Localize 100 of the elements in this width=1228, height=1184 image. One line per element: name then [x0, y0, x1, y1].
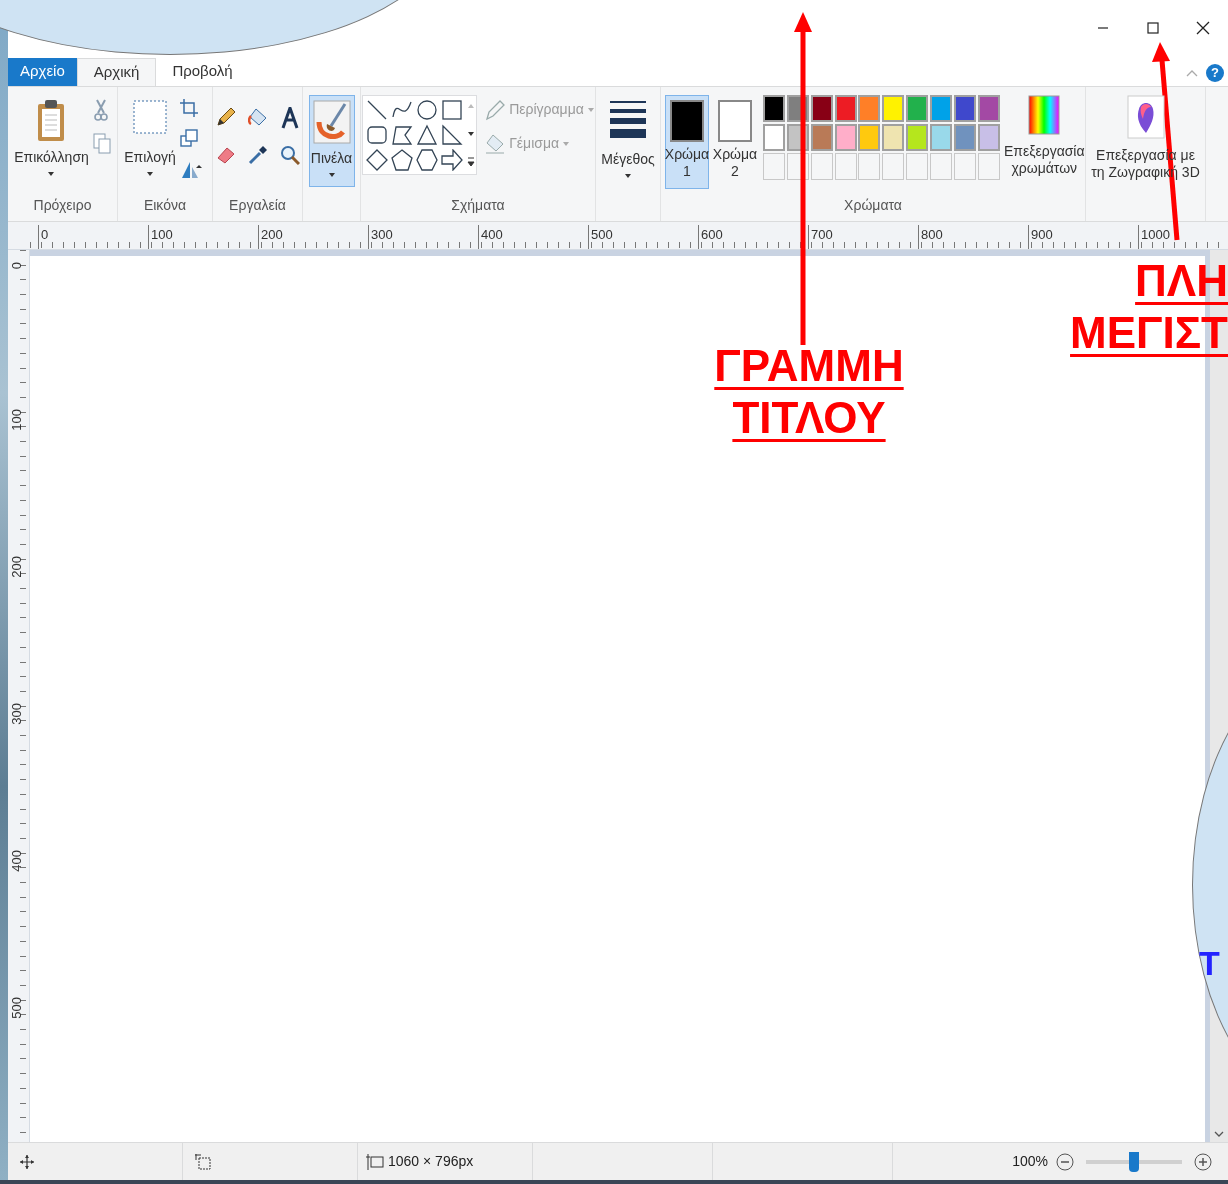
ruler-label: 0	[10, 262, 23, 270]
palette-color[interactable]	[977, 123, 1000, 151]
file-menu-tab[interactable]: Αρχείο	[8, 57, 77, 86]
palette-color[interactable]	[763, 123, 785, 151]
palette-color[interactable]	[858, 94, 881, 122]
palette-color[interactable]	[882, 94, 905, 122]
ribbon-tab[interactable]: Αρχική	[76, 57, 157, 86]
palette-color[interactable]	[977, 94, 1000, 122]
ruler-label: 800	[918, 224, 943, 249]
canvas-size-text: 1060 × 796px	[388, 1152, 474, 1171]
scroll-down-icon[interactable]	[1214, 1130, 1224, 1138]
ruler-label: 500	[10, 997, 23, 1019]
collapse-caret-icon[interactable]	[1186, 68, 1198, 77]
pen-icon	[485, 98, 506, 121]
caret-icon	[147, 171, 153, 176]
resize-icon[interactable]	[179, 128, 198, 147]
ruler-label: 200	[10, 556, 23, 578]
palette-color[interactable]	[929, 123, 952, 151]
ruler-label: 500	[588, 224, 613, 249]
palette-color[interactable]	[858, 123, 881, 151]
rectangle-icon[interactable]	[441, 98, 464, 121]
zoom-out-icon[interactable]	[1056, 1152, 1074, 1171]
brushes-button[interactable]: Πινέλα	[308, 94, 355, 187]
ribbon-tab[interactable]: Προβολή	[156, 57, 249, 86]
group-label: Πρόχειρο	[33, 195, 92, 215]
palette-color[interactable]	[882, 123, 905, 151]
clipboard-icon	[36, 98, 67, 143]
scissors-icon[interactable]	[92, 98, 109, 121]
palette-color[interactable]	[763, 94, 785, 122]
custom-color-slot[interactable]	[882, 152, 905, 180]
crop-icon[interactable]	[179, 98, 198, 117]
size-button[interactable]: Μέγεθος	[601, 94, 655, 178]
copy-icon[interactable]	[92, 132, 111, 155]
annotation-label: ΠΛΗ	[1135, 255, 1228, 307]
palette-color[interactable]	[906, 123, 929, 151]
pencil-icon[interactable]	[215, 106, 236, 127]
ruler-label: 200	[258, 224, 283, 249]
color-one-button[interactable]: Χρώμα 1	[665, 94, 709, 189]
slider-thumb[interactable]	[1129, 1151, 1139, 1172]
ruler-label: 100	[10, 409, 23, 431]
ruler-label: 900	[1028, 224, 1053, 249]
text-icon[interactable]	[279, 106, 300, 129]
custom-color-slot[interactable]	[977, 152, 1000, 180]
selection-rectangle-icon	[132, 98, 168, 135]
ruler-label: 400	[478, 224, 503, 249]
paste-button[interactable]: Επικόλληση	[14, 94, 89, 176]
select-button[interactable]: Επιλογή	[124, 94, 176, 176]
color-spectrum-icon	[1028, 94, 1061, 135]
shapes-gallery[interactable]	[362, 94, 478, 175]
zoom-in-icon[interactable]	[1194, 1152, 1212, 1171]
help-button[interactable]: ?	[1206, 63, 1224, 82]
ruler-label: 100	[148, 224, 173, 249]
custom-color-slot[interactable]	[906, 152, 929, 180]
custom-color-slot[interactable]	[953, 152, 976, 180]
group-label: Σχήματα	[451, 195, 505, 215]
polygon-icon[interactable]	[391, 123, 414, 146]
custom-color-slot[interactable]	[858, 152, 881, 180]
palette-color[interactable]	[834, 123, 857, 151]
hexagon-icon[interactable]	[416, 148, 439, 171]
ruler-label: 300	[10, 703, 23, 725]
color-picker-icon[interactable]	[247, 144, 268, 165]
ruler-label: 300	[368, 224, 393, 249]
custom-color-slot[interactable]	[810, 152, 833, 180]
palette-color[interactable]	[810, 123, 833, 151]
palette-color[interactable]	[953, 123, 976, 151]
palette-color[interactable]	[929, 94, 952, 122]
ruler-label: 600	[698, 224, 723, 249]
line-icon[interactable]	[366, 98, 389, 121]
palette-color[interactable]	[906, 94, 929, 122]
right-triangle-icon[interactable]	[441, 123, 464, 146]
diamond-icon[interactable]	[366, 148, 389, 171]
oval-icon[interactable]	[416, 98, 439, 121]
triangle-icon[interactable]	[416, 123, 439, 146]
caret-icon	[563, 141, 570, 146]
paint-bucket-icon[interactable]	[247, 106, 268, 127]
arrow-shape-icon[interactable]	[441, 148, 464, 171]
palette-color[interactable]	[953, 94, 976, 122]
caret-icon	[328, 172, 335, 177]
caret-icon	[48, 171, 55, 176]
magnifier-icon[interactable]	[279, 144, 300, 165]
line-width-icon	[610, 98, 646, 139]
ruler-label: 700	[808, 224, 833, 249]
rounded-rectangle-icon[interactable]	[366, 123, 389, 146]
palette-color[interactable]	[834, 94, 857, 122]
canvas-size-icon	[366, 1153, 384, 1170]
pentagon-icon[interactable]	[391, 148, 414, 171]
paintbrush-icon	[312, 99, 351, 144]
group-label: Χρώματα	[844, 195, 902, 215]
custom-color-slot[interactable]	[763, 152, 785, 180]
color-two-button[interactable]: Χρώμα 2	[713, 94, 757, 189]
group-label: Εργαλεία	[229, 195, 286, 215]
palette-color[interactable]	[810, 94, 833, 122]
custom-color-slot[interactable]	[834, 152, 857, 180]
ruler-label: 0	[38, 224, 49, 249]
edit-colors-button[interactable]: Επεξεργασία χρωμάτων	[1003, 94, 1085, 178]
callout-text: Τ	[1199, 946, 1220, 980]
custom-color-slot[interactable]	[929, 152, 952, 180]
ruler-label: 400	[10, 850, 23, 872]
group-label: Εικόνα	[143, 195, 187, 215]
annotation-label: ΓΡΑΜΜΗ	[714, 340, 904, 392]
